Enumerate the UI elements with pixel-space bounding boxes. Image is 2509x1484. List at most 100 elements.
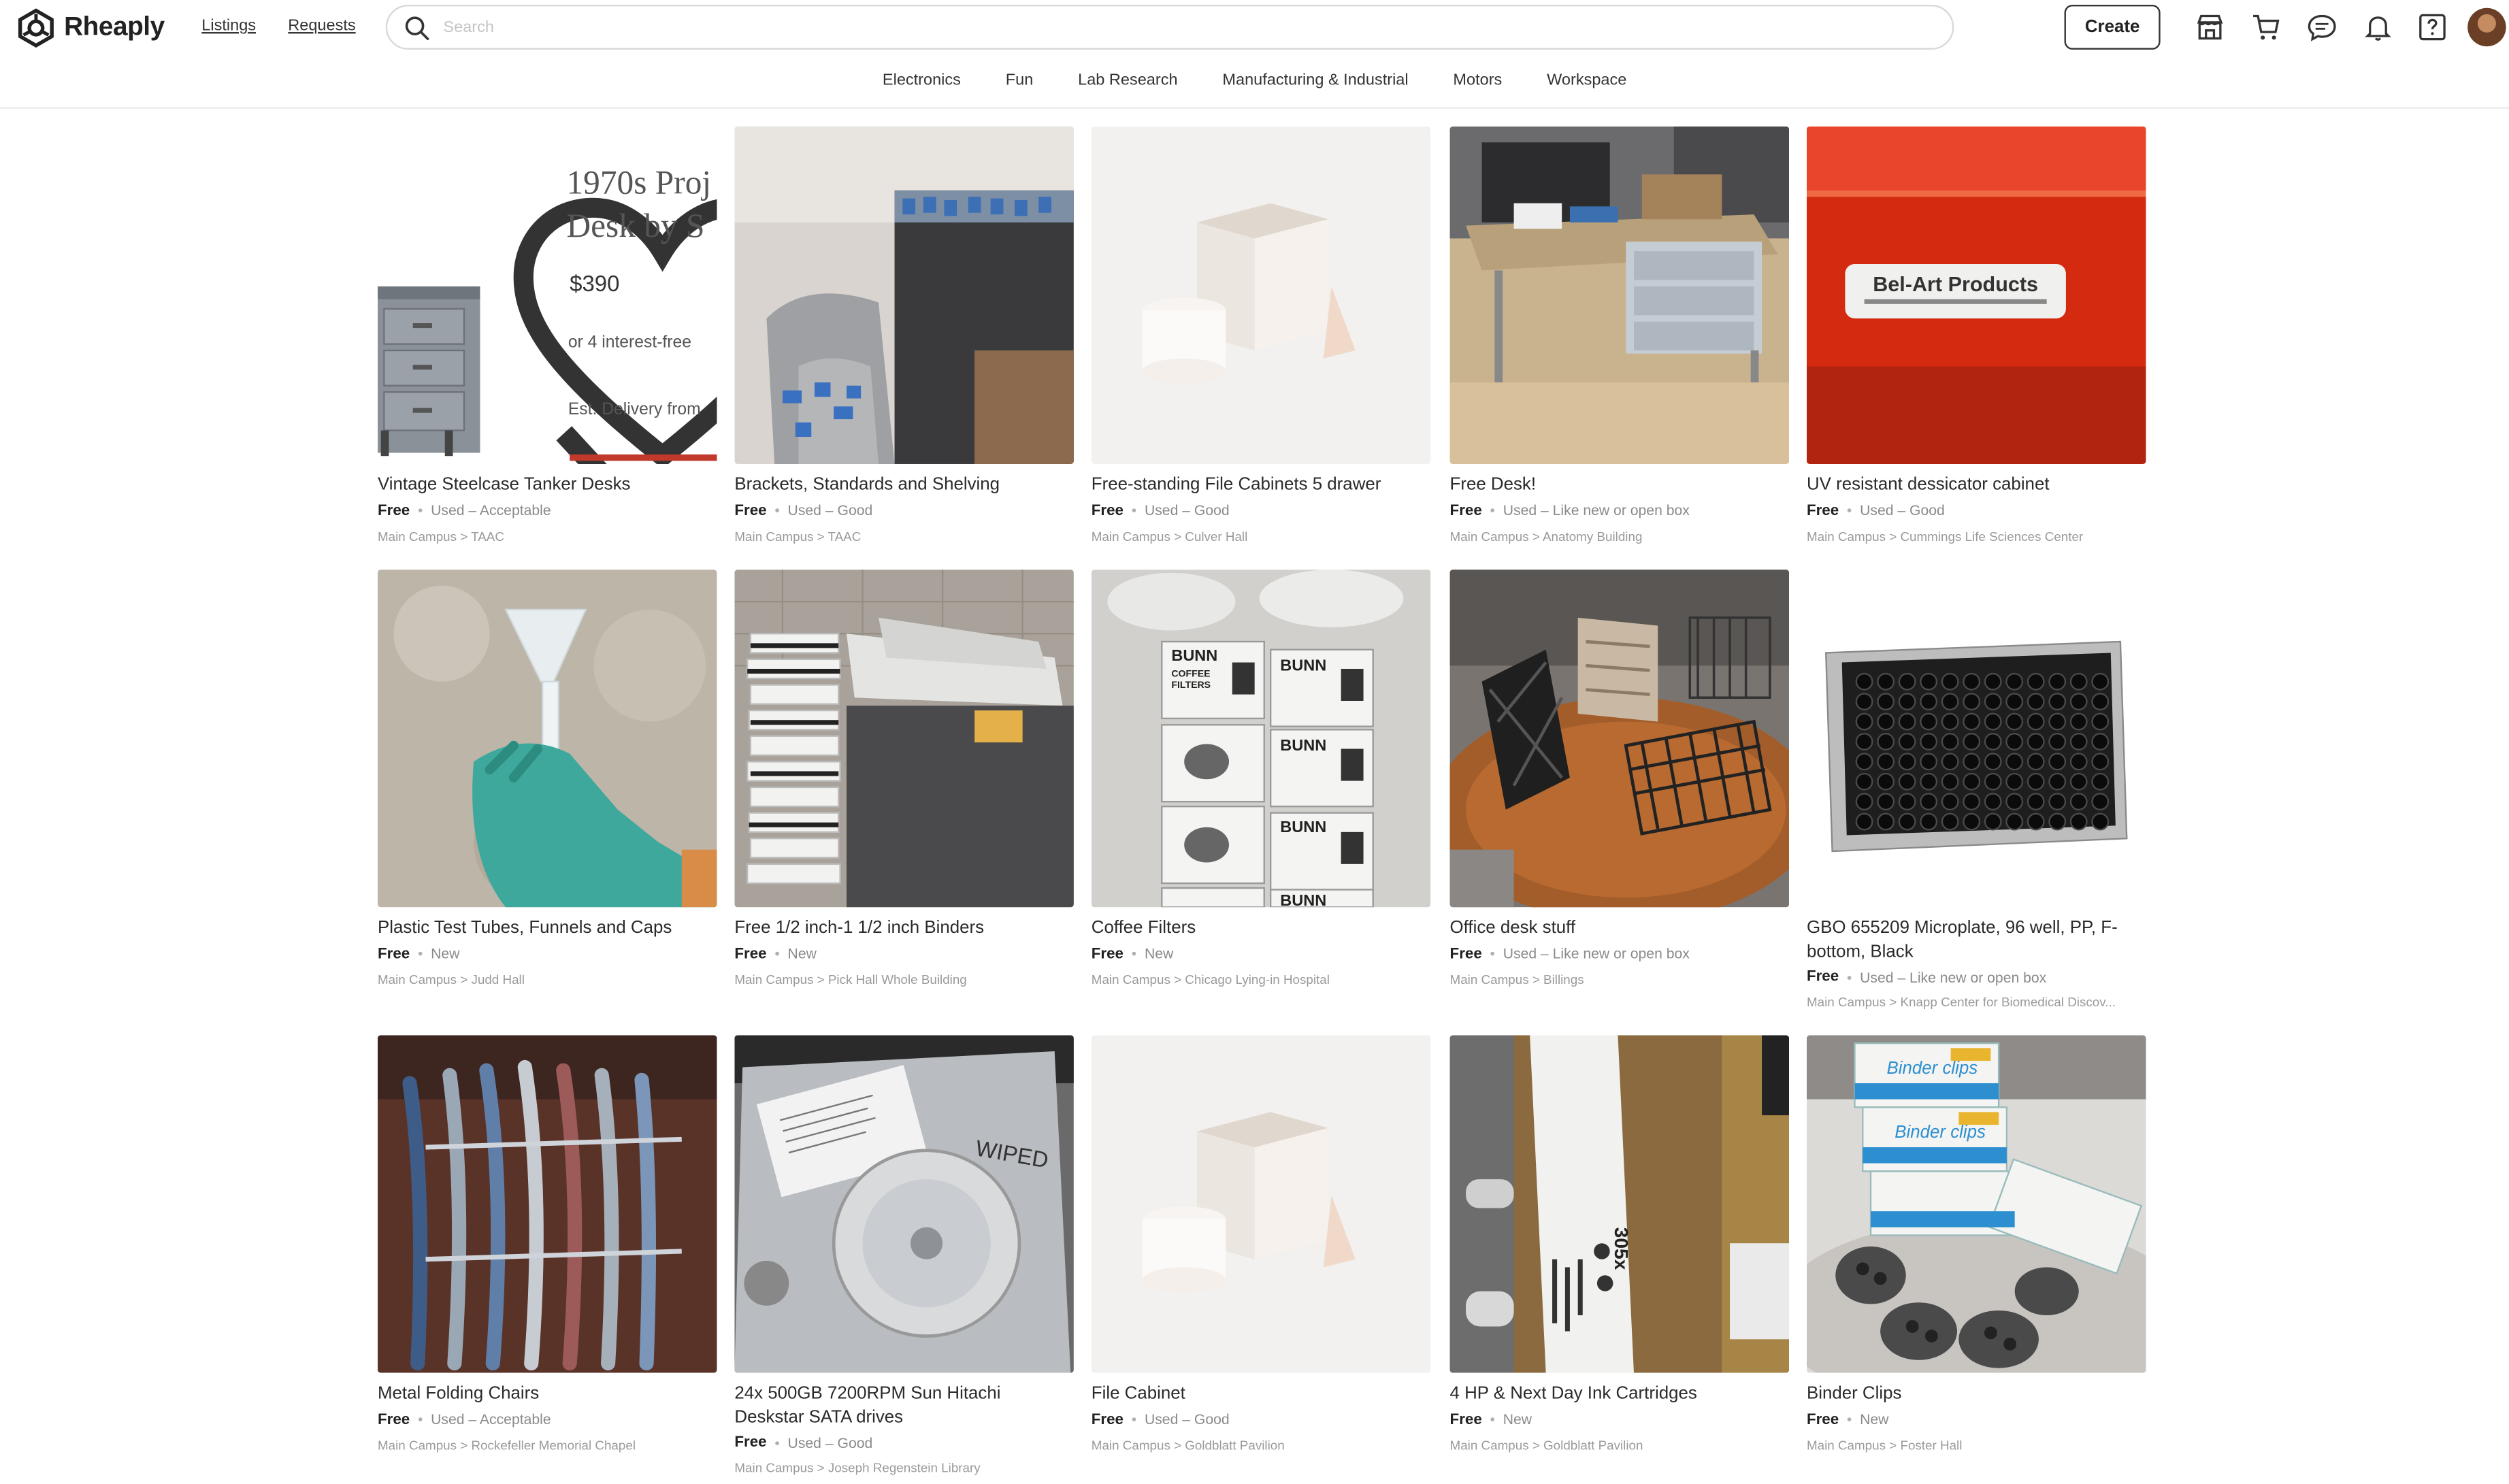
listing-card[interactable]: GBO 655209 Microplate, 96 well, PP, F-bo… xyxy=(1806,570,2146,1010)
separator-dot: • xyxy=(1131,502,1137,518)
listing-price: Free xyxy=(1091,944,1124,963)
logo[interactable]: Rheaply xyxy=(16,8,165,48)
listing-location: Main Campus > Anatomy Building xyxy=(1449,529,1643,544)
listing-location: Main Campus > Goldblatt Pavilion xyxy=(1091,1437,1285,1453)
listing-card[interactable]: 1970s Proj Desk by S $390 or 4 interest-… xyxy=(377,126,717,544)
listing-card[interactable]: Free 1/2 inch-1 1/2 inch Binders Free • … xyxy=(734,570,1074,987)
listing-title[interactable]: GBO 655209 Microplate, 96 well, PP, F-bo… xyxy=(1807,917,2146,963)
category-fun[interactable]: Fun xyxy=(1006,72,1034,90)
listing-card[interactable]: File Cabinet Free • Used – Good Main Cam… xyxy=(1091,1035,1431,1453)
listing-title[interactable]: Free-standing File Cabinets 5 drawer xyxy=(1092,474,1431,497)
search-bar[interactable] xyxy=(385,5,1954,50)
cart-icon[interactable] xyxy=(2250,11,2282,43)
listing-image[interactable] xyxy=(734,126,1074,464)
listing-image[interactable]: BUNN COFFEE FILTERS BUNN BUNN BUNN BUNN xyxy=(1091,570,1431,908)
listing-title[interactable]: UV resistant dessicator cabinet xyxy=(1807,474,2146,497)
category-workspace[interactable]: Workspace xyxy=(1547,72,1626,90)
listing-location: Main Campus > Pick Hall Whole Building xyxy=(734,972,967,987)
listing-image[interactable] xyxy=(1806,570,2146,908)
listing-meta: Free • New xyxy=(1807,1411,2146,1428)
listing-image-placeholder[interactable] xyxy=(1091,1035,1431,1373)
listing-price: Free xyxy=(734,944,767,963)
listing-location: Main Campus > Culver Hall xyxy=(1091,529,1248,544)
listing-card[interactable]: Free Desk! Free • Used – Like new or ope… xyxy=(1449,126,1790,544)
listing-card[interactable]: Bel-Art Products UV resistant dessicator… xyxy=(1806,126,2146,544)
avatar[interactable] xyxy=(2467,7,2506,47)
nav-listings[interactable]: Listings xyxy=(201,18,256,35)
listing-image[interactable] xyxy=(1449,126,1790,464)
listing-price: Free xyxy=(1449,1410,1482,1428)
listing-meta: Free • New xyxy=(734,945,1074,963)
create-button[interactable]: Create xyxy=(2064,5,2161,50)
chat-icon[interactable] xyxy=(2306,11,2338,43)
ad-title-line-2: Desk by S xyxy=(566,206,705,245)
listing-image-ad[interactable]: 1970s Proj Desk by S $390 or 4 interest-… xyxy=(377,126,717,464)
brand-name: Rheaply xyxy=(64,12,165,42)
bunn-text: BUNN xyxy=(1171,646,1217,664)
office-stuff-photo xyxy=(1449,570,1790,908)
help-icon[interactable] xyxy=(2416,11,2448,43)
search-input[interactable] xyxy=(443,18,1884,36)
ad-title: 1970s Proj Desk by S xyxy=(566,162,711,248)
listing-image-placeholder[interactable] xyxy=(1091,126,1431,464)
listing-image[interactable]: Binder clips Binder clips xyxy=(1806,1035,2146,1373)
listing-card[interactable]: Binder clips Binder clips Binder Clips F… xyxy=(1806,1035,2146,1452)
listing-location: Main Campus > Joseph Regenstein Library xyxy=(734,1461,981,1476)
separator-dot: • xyxy=(1131,945,1137,962)
hard-drives-photo: WIPED xyxy=(734,1035,1074,1373)
listing-card[interactable]: Plastic Test Tubes, Funnels and Caps Fre… xyxy=(377,570,717,987)
ad-financing: or 4 interest-free xyxy=(568,333,692,352)
ad-delivery: Est. Delivery from xyxy=(568,399,701,420)
listing-title[interactable]: Binder Clips xyxy=(1807,1383,2146,1406)
listing-card[interactable]: Free-standing File Cabinets 5 drawer Fre… xyxy=(1091,126,1431,544)
listing-meta: Free • New xyxy=(1450,1411,1790,1428)
dessicator-photo: Bel-Art Products xyxy=(1806,126,2146,464)
separator-dot: • xyxy=(1490,945,1495,962)
listing-title[interactable]: Vintage Steelcase Tanker Desks xyxy=(378,474,717,497)
listing-card[interactable]: Office desk stuff Free • Used – Like new… xyxy=(1449,570,1790,987)
ad-price: $390 xyxy=(570,270,620,297)
listing-card[interactable]: Brackets, Standards and Shelving Free • … xyxy=(734,126,1074,544)
listing-title[interactable]: Free Desk! xyxy=(1450,474,1790,497)
listing-image[interactable] xyxy=(1449,570,1790,908)
listing-meta: Free • Used – Acceptable xyxy=(378,501,717,519)
listing-title[interactable]: Office desk stuff xyxy=(1450,917,1790,940)
listing-meta: Free • Used – Good xyxy=(734,501,1074,519)
listing-image[interactable] xyxy=(734,570,1074,908)
listing-card[interactable]: 305x 4 HP & Next Day Ink Cartridges Free… xyxy=(1449,1035,1790,1452)
listing-image[interactable]: Bel-Art Products xyxy=(1806,126,2146,464)
listing-card[interactable]: WIPED 24x 500GB 7200RPM Sun Hitachi Desk… xyxy=(734,1035,1074,1475)
separator-dot: • xyxy=(417,945,423,962)
separator-dot: • xyxy=(774,502,780,518)
app-root: Rheaply Listings Requests Create xyxy=(0,0,2509,1484)
bell-icon[interactable] xyxy=(2362,11,2394,43)
binder-clips-box-text: Binder clips xyxy=(1895,1123,1986,1142)
listing-image[interactable]: WIPED xyxy=(734,1035,1074,1373)
listing-title[interactable]: Brackets, Standards and Shelving xyxy=(734,474,1074,497)
listing-price: Free xyxy=(1091,501,1124,520)
listing-image[interactable]: 305x xyxy=(1449,1035,1790,1373)
shelving-photo xyxy=(734,126,1074,464)
listing-image[interactable] xyxy=(377,570,717,908)
listing-title[interactable]: Plastic Test Tubes, Funnels and Caps xyxy=(378,917,717,940)
listing-title[interactable]: 24x 500GB 7200RPM Sun Hitachi Deskstar S… xyxy=(734,1383,1074,1429)
category-manufacturing[interactable]: Manufacturing & Industrial xyxy=(1222,72,1408,90)
listing-title[interactable]: Free 1/2 inch-1 1/2 inch Binders xyxy=(734,917,1074,940)
listing-title[interactable]: Metal Folding Chairs xyxy=(378,1383,717,1406)
binder-clips-box-text: Binder clips xyxy=(1887,1059,1978,1078)
nav-requests[interactable]: Requests xyxy=(288,18,355,35)
listing-title[interactable]: 4 HP & Next Day Ink Cartridges xyxy=(1450,1383,1790,1406)
listing-condition: Used – Like new or open box xyxy=(1503,502,1690,518)
separator-dot: • xyxy=(1846,1411,1852,1428)
listing-image[interactable] xyxy=(377,1035,717,1373)
separator-dot: • xyxy=(774,945,780,962)
listing-title[interactable]: Coffee Filters xyxy=(1092,917,1431,940)
listing-card[interactable]: BUNN COFFEE FILTERS BUNN BUNN BUNN BUNN … xyxy=(1091,570,1431,987)
listing-title[interactable]: File Cabinet xyxy=(1092,1383,1431,1406)
listing-card[interactable]: Metal Folding Chairs Free • Used – Accep… xyxy=(377,1035,717,1452)
listing-condition: Used – Good xyxy=(787,502,873,518)
category-motors[interactable]: Motors xyxy=(1453,72,1502,90)
storefront-icon[interactable] xyxy=(2194,11,2226,43)
category-electronics[interactable]: Electronics xyxy=(883,72,961,90)
category-lab-research[interactable]: Lab Research xyxy=(1078,72,1177,90)
